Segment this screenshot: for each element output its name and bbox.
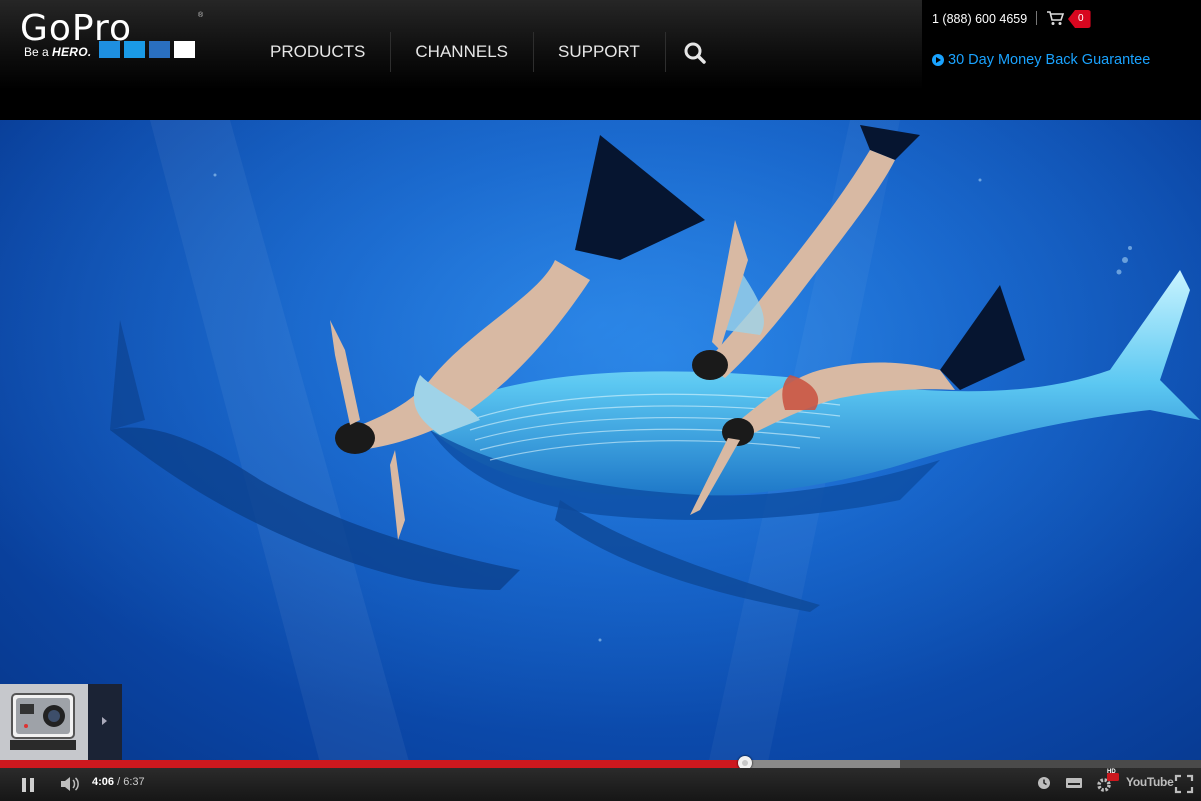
video-frame <box>0 120 1201 801</box>
camera-icon <box>0 684 88 760</box>
search-button[interactable] <box>666 32 718 72</box>
youtube-logo-icon[interactable]: YouTube <box>1126 774 1174 790</box>
nav-item-channels[interactable]: CHANNELS <box>391 32 534 72</box>
logo-block <box>174 41 195 58</box>
utility-bar: 1 (888) 600 4659 0 30 Day Money Back Gua… <box>922 0 1201 88</box>
phone-number[interactable]: 1 (888) 600 4659 <box>932 12 1027 26</box>
cart-icon[interactable] <box>1046 10 1066 26</box>
logo-color-blocks <box>99 41 199 59</box>
logo-block <box>149 41 170 58</box>
guarantee-link[interactable]: 30 Day Money Back Guarantee <box>932 52 1150 68</box>
divider <box>1036 11 1037 25</box>
time-separator: / <box>114 776 124 788</box>
main-nav: PRODUCTS CHANNELS SUPPORT <box>252 32 718 72</box>
camera-thumbnail[interactable] <box>0 684 88 760</box>
hd-badge: HD <box>1107 769 1116 775</box>
nav-item-products[interactable]: PRODUCTS <box>252 32 392 72</box>
guarantee-label: 30 Day Money Back Guarantee <box>948 52 1151 68</box>
play-circle-icon <box>932 54 944 66</box>
time-display: 4:06 / 6:37 <box>92 776 145 788</box>
gopro-logo[interactable]: GoPro ® Be a HERO. <box>20 8 210 66</box>
current-time: 4:06 <box>92 776 115 788</box>
youtube-label: YouTube <box>1126 775 1174 789</box>
registered-mark: ® <box>198 12 204 19</box>
search-icon <box>684 42 706 64</box>
progress-bar[interactable] <box>0 756 1201 770</box>
logo-block <box>124 41 145 58</box>
logo-block <box>99 41 120 58</box>
logo-tagline: Be a HERO. <box>24 45 92 59</box>
tagline-emphasis: HERO. <box>52 45 92 59</box>
volume-icon[interactable] <box>58 774 82 794</box>
pause-icon[interactable] <box>18 775 38 795</box>
suggested-video-card[interactable] <box>0 684 122 760</box>
cart-count-badge[interactable]: 0 <box>1068 10 1091 28</box>
progress-played <box>0 760 745 768</box>
player-controls: 4:06 / 6:37 HD YouTube <box>0 768 1201 801</box>
next-arrow-icon[interactable] <box>88 684 122 760</box>
settings-icon[interactable] <box>1095 773 1119 795</box>
video-player[interactable] <box>0 120 1201 801</box>
site-header: GoPro ® Be a HERO. PRODUCTS CHANNELS SUP… <box>0 0 1201 120</box>
captions-icon[interactable] <box>1064 776 1084 790</box>
fullscreen-icon[interactable] <box>1174 774 1194 794</box>
watch-later-icon[interactable] <box>1036 775 1052 791</box>
nav-item-support[interactable]: SUPPORT <box>534 32 666 72</box>
tagline-prefix: Be a <box>24 45 49 59</box>
duration: 6:37 <box>123 776 145 788</box>
